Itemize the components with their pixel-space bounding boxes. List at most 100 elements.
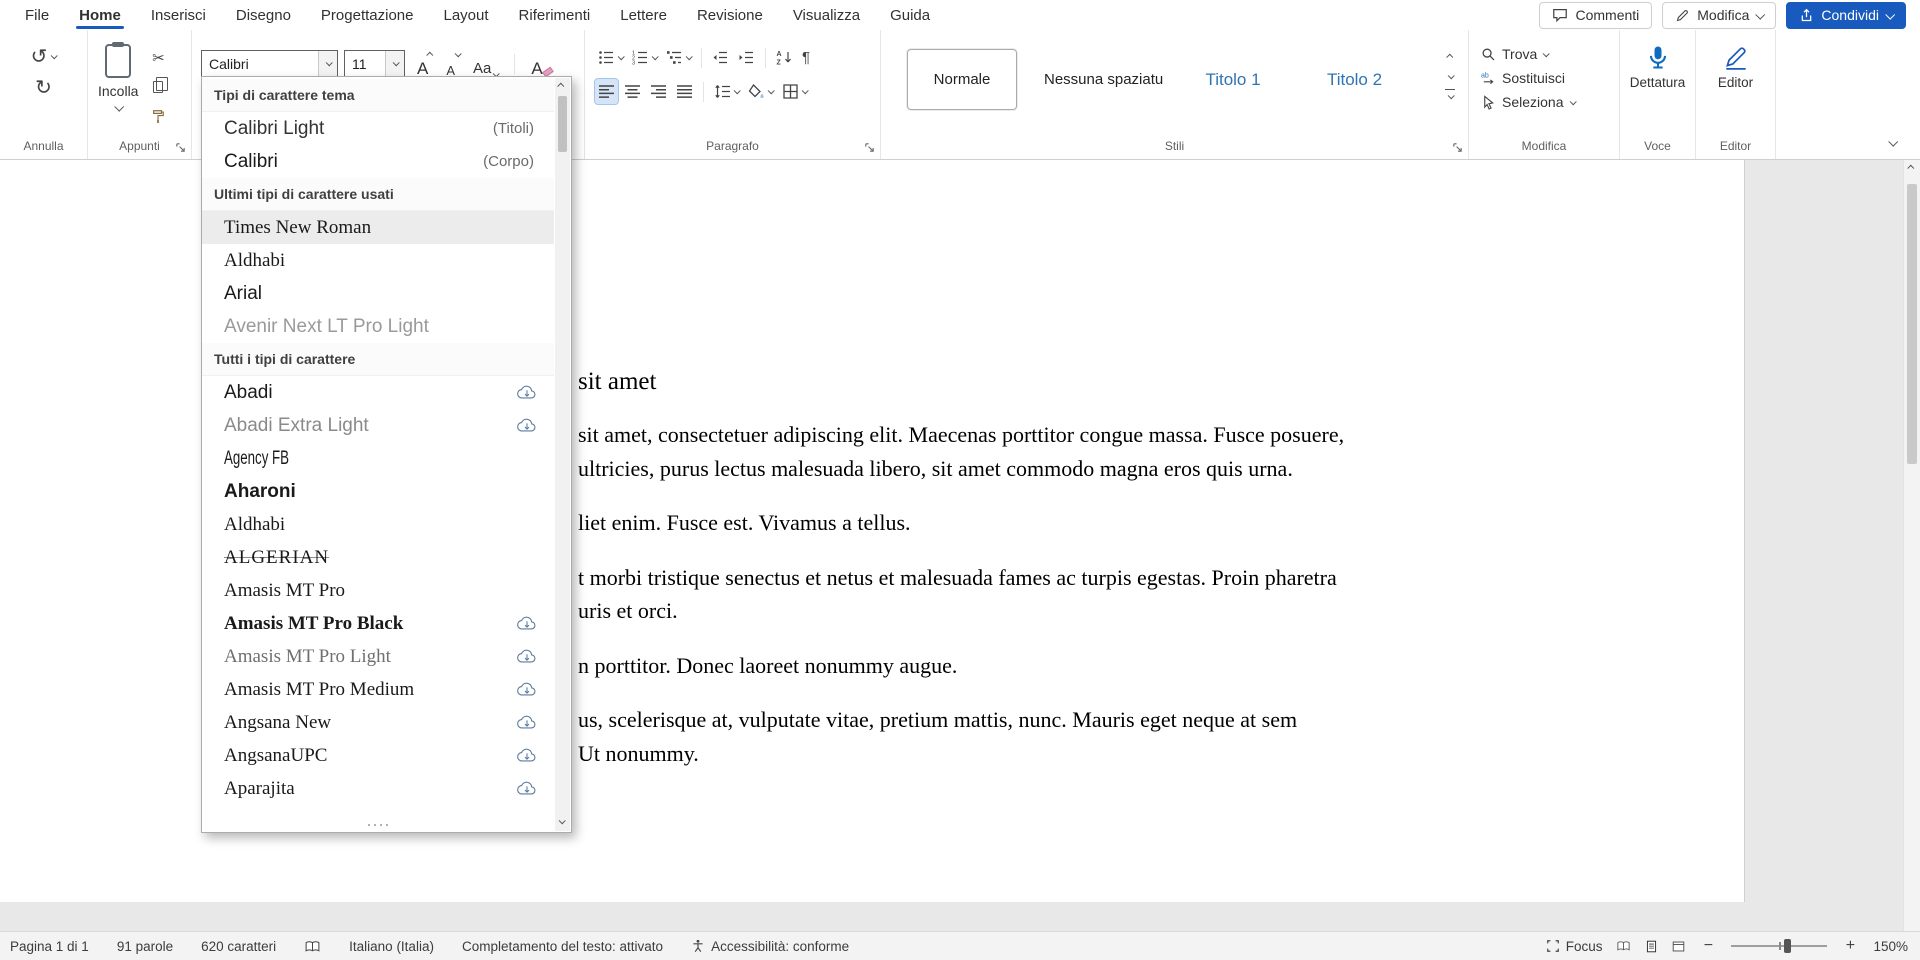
tab-visualizza[interactable]: Visualizza bbox=[778, 0, 875, 30]
tab-lettere[interactable]: Lettere bbox=[605, 0, 682, 30]
align-left-button[interactable] bbox=[595, 79, 618, 104]
font-option-amasis-mt-pro[interactable]: Amasis MT Pro bbox=[202, 574, 554, 607]
replace-button[interactable]: ab Sostituisci bbox=[1481, 70, 1619, 86]
font-option-aldhabi[interactable]: Aldhabi bbox=[202, 244, 554, 277]
tab-riferimenti[interactable]: Riferimenti bbox=[504, 0, 606, 30]
redo-button[interactable] bbox=[35, 75, 52, 100]
styles-dialog-launcher-icon[interactable] bbox=[1452, 142, 1463, 153]
scroll-up-icon[interactable] bbox=[1907, 165, 1914, 172]
format-painter-button[interactable] bbox=[146, 106, 170, 126]
font-size-dropdown-button[interactable] bbox=[385, 51, 404, 76]
show-formatting-marks-button[interactable] bbox=[799, 45, 813, 70]
zoom-slider-thumb[interactable] bbox=[1784, 939, 1791, 953]
font-option-arial[interactable]: Arial bbox=[202, 277, 554, 310]
resize-grip[interactable] bbox=[202, 819, 554, 830]
change-case-button[interactable]: Aa bbox=[467, 50, 504, 77]
font-option-aldhabi[interactable]: Aldhabi bbox=[202, 508, 554, 541]
align-right-button[interactable] bbox=[647, 79, 670, 104]
editor-button[interactable]: Editor bbox=[1696, 30, 1775, 90]
font-option-calibri[interactable]: Calibri(Corpo) bbox=[202, 145, 554, 178]
share-button[interactable]: Condividi bbox=[1786, 2, 1906, 29]
clear-formatting-button[interactable]: A bbox=[525, 50, 558, 77]
tab-file[interactable]: File bbox=[10, 0, 64, 30]
styles-gallery-up-button[interactable] bbox=[1441, 48, 1459, 64]
find-button[interactable]: Trova bbox=[1481, 46, 1619, 62]
font-option-abadi-extra-light[interactable]: Abadi Extra Light bbox=[202, 409, 554, 442]
font-option-algerian[interactable]: ALGERIAN bbox=[202, 541, 554, 574]
tab-revisione[interactable]: Revisione bbox=[682, 0, 778, 30]
decrease-indent-button[interactable] bbox=[709, 45, 732, 70]
focus-mode-button[interactable]: Focus bbox=[1546, 939, 1603, 954]
scrollbar-thumb[interactable] bbox=[558, 96, 567, 152]
cut-button[interactable] bbox=[146, 48, 170, 68]
page-indicator[interactable]: Pagina 1 di 1 bbox=[10, 939, 89, 954]
borders-button[interactable] bbox=[779, 79, 810, 104]
font-option-amasis-mt-pro-medium[interactable]: Amasis MT Pro Medium bbox=[202, 673, 554, 706]
text-completion-status[interactable]: Completamento del testo: attivato bbox=[462, 939, 663, 954]
increase-indent-button[interactable] bbox=[735, 45, 758, 70]
shrink-font-button[interactable]: A bbox=[440, 50, 461, 77]
font-size-combobox[interactable]: 11 bbox=[344, 50, 405, 77]
tab-inserisci[interactable]: Inserisci bbox=[136, 0, 221, 30]
sort-button[interactable]: AZ bbox=[773, 45, 796, 70]
copy-button[interactable] bbox=[146, 77, 170, 97]
vertical-scrollbar[interactable] bbox=[1903, 160, 1920, 931]
comments-button[interactable]: Commenti bbox=[1539, 2, 1652, 29]
word-count[interactable]: 91 parole bbox=[117, 939, 173, 954]
paragraph-dialog-launcher-icon[interactable] bbox=[864, 142, 875, 153]
style-titolo-2[interactable]: Titolo 2 bbox=[1302, 49, 1407, 110]
collapse-ribbon-button[interactable] bbox=[1889, 134, 1896, 149]
dictate-button[interactable]: Dettatura bbox=[1620, 30, 1695, 90]
scroll-down-icon[interactable] bbox=[559, 817, 566, 824]
styles-gallery-down-button[interactable] bbox=[1441, 68, 1459, 84]
font-option-agency-fb[interactable]: Agency FB bbox=[202, 442, 554, 475]
styles-gallery-more-button[interactable] bbox=[1441, 88, 1459, 104]
font-name-dropdown-button[interactable] bbox=[318, 51, 337, 76]
tab-guida[interactable]: Guida bbox=[875, 0, 945, 30]
align-center-button[interactable] bbox=[621, 79, 644, 104]
char-count[interactable]: 620 caratteri bbox=[201, 939, 276, 954]
zoom-slider[interactable] bbox=[1731, 938, 1827, 954]
font-option-amasis-mt-pro-light[interactable]: Amasis MT Pro Light bbox=[202, 640, 554, 673]
multilevel-list-button[interactable] bbox=[663, 45, 694, 70]
tab-home[interactable]: Home bbox=[64, 0, 136, 30]
proofing-status-button[interactable] bbox=[304, 940, 321, 953]
scrollbar-thumb[interactable] bbox=[1907, 184, 1917, 464]
font-option-amasis-mt-pro-black[interactable]: Amasis MT Pro Black bbox=[202, 607, 554, 640]
numbering-button[interactable]: 123 bbox=[629, 45, 660, 70]
clipboard-dialog-launcher-icon[interactable] bbox=[175, 142, 186, 153]
zoom-in-button[interactable]: + bbox=[1841, 937, 1859, 955]
language-indicator[interactable]: Italiano (Italia) bbox=[349, 939, 434, 954]
font-option-angsana-new[interactable]: Angsana New bbox=[202, 706, 554, 739]
font-name-combobox[interactable]: Calibri bbox=[201, 50, 338, 77]
undo-button[interactable] bbox=[31, 44, 57, 69]
style-normale[interactable]: Normale bbox=[907, 49, 1017, 110]
tab-progettazione[interactable]: Progettazione bbox=[306, 0, 429, 30]
line-spacing-button[interactable] bbox=[711, 79, 742, 104]
read-mode-button[interactable] bbox=[1616, 940, 1631, 952]
font-option-times-new-roman[interactable]: Times New Roman bbox=[202, 211, 554, 244]
scroll-up-icon[interactable] bbox=[557, 83, 564, 90]
zoom-percentage[interactable]: 150% bbox=[1873, 939, 1908, 954]
paste-button[interactable]: Incolla bbox=[98, 44, 138, 126]
font-option-avenir-next-lt-pro-light[interactable]: Avenir Next LT Pro Light bbox=[202, 310, 554, 343]
font-dropdown-scrollbar[interactable] bbox=[555, 78, 570, 831]
zoom-out-button[interactable]: − bbox=[1699, 937, 1717, 955]
font-option-abadi[interactable]: Abadi bbox=[202, 376, 554, 409]
select-button[interactable]: Seleziona bbox=[1481, 94, 1619, 110]
tab-layout[interactable]: Layout bbox=[429, 0, 504, 30]
bullets-button[interactable] bbox=[595, 45, 626, 70]
font-option-calibri-light[interactable]: Calibri Light(Titoli) bbox=[202, 112, 554, 145]
font-option-aparajita[interactable]: Aparajita bbox=[202, 772, 554, 805]
web-layout-button[interactable] bbox=[1672, 940, 1685, 953]
grow-font-button[interactable]: A bbox=[411, 50, 434, 77]
tab-disegno[interactable]: Disegno bbox=[221, 0, 306, 30]
font-option-aharoni[interactable]: Aharoni bbox=[202, 475, 554, 508]
print-layout-button[interactable] bbox=[1645, 940, 1658, 953]
editing-mode-button[interactable]: Modifica bbox=[1662, 2, 1776, 29]
accessibility-status[interactable]: Accessibilità: conforme bbox=[691, 939, 849, 954]
style-titolo-1[interactable]: Titolo 1 bbox=[1180, 49, 1286, 110]
shading-button[interactable] bbox=[745, 79, 776, 104]
style-nessuna-spaziatura[interactable]: Nessuna spaziatura bbox=[1033, 49, 1164, 110]
font-option-angsanaupc[interactable]: AngsanaUPC bbox=[202, 739, 554, 772]
